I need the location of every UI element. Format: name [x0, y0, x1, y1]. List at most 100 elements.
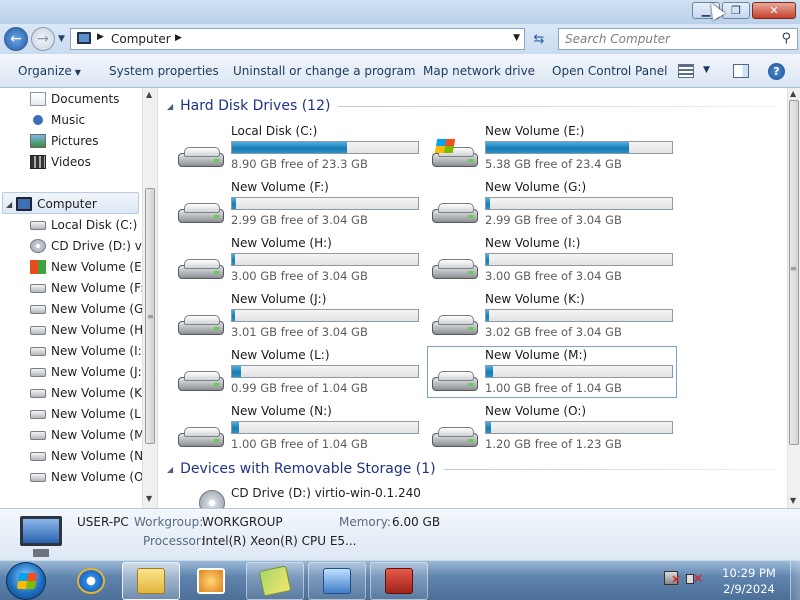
- drive-usage-bar: [485, 365, 673, 378]
- nav-item-videos[interactable]: Videos: [30, 152, 91, 172]
- recent-pages-dropdown[interactable]: ▼: [58, 34, 65, 44]
- network-disconnected-icon[interactable]: [664, 571, 681, 585]
- scroll-grip-icon: ≡: [790, 264, 797, 273]
- nav-item-drive[interactable]: Local Disk (C:): [30, 215, 137, 235]
- nav-item-drive[interactable]: New Volume (G:): [30, 299, 152, 319]
- nav-item-drive[interactable]: New Volume (J:): [30, 362, 146, 382]
- preview-pane-icon[interactable]: [733, 64, 749, 78]
- back-button[interactable]: ←: [4, 27, 28, 51]
- nav-item-drive[interactable]: New Volume (N:): [30, 446, 152, 466]
- nav-item-drive[interactable]: New Volume (H:): [30, 320, 152, 340]
- taskbar-internet-explorer[interactable]: [62, 562, 120, 600]
- drive-free-space: 8.90 GB free of 23.3 GB: [231, 157, 368, 171]
- collapse-arrow-icon[interactable]: ◢: [167, 102, 173, 111]
- drive-usage-bar: [231, 253, 419, 266]
- breadcrumb-separator-icon[interactable]: ▶: [175, 33, 182, 43]
- address-dropdown-icon[interactable]: ▼: [513, 33, 520, 43]
- map-network-drive-button[interactable]: Map network drive: [423, 64, 535, 78]
- taskbar-windows-explorer[interactable]: [122, 562, 180, 600]
- group-header-hard-disk-drives[interactable]: ◢ Hard Disk Drives (12): [167, 98, 777, 114]
- drive-name: New Volume (N:): [231, 404, 332, 418]
- taskbar-toolbox[interactable]: [370, 562, 428, 600]
- drive-tile[interactable]: New Volume (N:) 1.00 GB free of 1.04 GB: [173, 402, 423, 454]
- taskbar-sticky-notes[interactable]: [246, 562, 304, 600]
- nav-item-drive[interactable]: New Volume (O:): [30, 467, 152, 487]
- drive-tile[interactable]: Local Disk (C:) 8.90 GB free of 23.3 GB: [173, 122, 423, 174]
- drive-tile[interactable]: New Volume (M:) 1.00 GB free of 1.04 GB: [427, 346, 677, 398]
- volume-muted-icon[interactable]: [686, 571, 703, 585]
- nav-item-music[interactable]: Music: [30, 110, 85, 130]
- drive-usage-fill: [232, 142, 347, 153]
- collapse-arrow-icon[interactable]: ◢: [6, 200, 12, 209]
- hard-drive-icon: [30, 346, 46, 356]
- breadcrumb-separator-icon[interactable]: ▶: [97, 32, 104, 42]
- drive-tile[interactable]: New Volume (J:) 3.01 GB free of 3.04 GB: [173, 290, 423, 342]
- nav-scrollbar[interactable]: ▲ ≡ ▼: [142, 88, 157, 508]
- scroll-up-icon[interactable]: ▲: [146, 90, 152, 99]
- drive-tile[interactable]: New Volume (H:) 3.00 GB free of 3.04 GB: [173, 234, 423, 286]
- search-icon[interactable]: ⚲: [781, 31, 791, 46]
- drive-tile[interactable]: New Volume (E:) 5.38 GB free of 23.4 GB: [427, 122, 677, 174]
- drive-usage-bar: [485, 197, 673, 210]
- view-options-icon[interactable]: [678, 64, 694, 78]
- open-control-panel-button[interactable]: Open Control Panel: [552, 64, 667, 78]
- nav-item-drive[interactable]: New Volume (M:): [30, 425, 153, 445]
- drive-tile[interactable]: New Volume (I:) 3.00 GB free of 3.04 GB: [427, 234, 677, 286]
- breadcrumb-computer[interactable]: Computer: [111, 32, 171, 46]
- search-input[interactable]: [559, 29, 769, 49]
- nav-item-drive[interactable]: New Volume (E:): [30, 257, 150, 277]
- cd-drive-icon: [30, 239, 46, 253]
- nav-item-drive[interactable]: New Volume (I:): [30, 341, 146, 361]
- drive-usage-bar: [231, 421, 419, 434]
- maximize-button[interactable]: ❐: [722, 2, 750, 19]
- forward-button[interactable]: →: [31, 27, 55, 51]
- uninstall-program-button[interactable]: Uninstall or change a program: [233, 64, 416, 78]
- refresh-button[interactable]: ⇆: [528, 28, 550, 50]
- cd-drive-tile[interactable]: CD Drive (D:) virtio-win-0.1.240: [175, 485, 575, 508]
- nav-item-drive[interactable]: CD Drive (D:) virt: [30, 236, 155, 256]
- drive-tile[interactable]: New Volume (K:) 3.02 GB free of 3.04 GB: [427, 290, 677, 342]
- drive-usage-bar: [231, 365, 419, 378]
- nav-item-label: New Volume (I:): [51, 344, 147, 358]
- clock[interactable]: 10:29 PM 2/9/2024: [712, 565, 786, 597]
- scroll-up-icon[interactable]: ▲: [790, 89, 796, 98]
- taskbar-media-player[interactable]: [182, 562, 240, 600]
- close-button[interactable]: ✕: [752, 2, 796, 19]
- nav-item-drive[interactable]: New Volume (F:): [30, 278, 149, 298]
- details-pane: USER-PC Workgroup: WORKGROUP Memory: 6.0…: [0, 508, 800, 560]
- nav-item-drive[interactable]: New Volume (K:): [30, 383, 151, 403]
- search-box[interactable]: ⚲: [558, 28, 798, 50]
- address-bar[interactable]: ▶ Computer ▶ ▼: [70, 28, 525, 50]
- forward-arrow-icon: →: [37, 31, 49, 47]
- collapse-arrow-icon[interactable]: ◢: [167, 465, 173, 474]
- cd-drive-icon: [199, 490, 225, 508]
- scroll-down-icon[interactable]: ▼: [790, 496, 796, 505]
- drive-tile[interactable]: New Volume (G:) 2.99 GB free of 3.04 GB: [427, 178, 677, 230]
- show-desktop-button[interactable]: [790, 561, 800, 600]
- nav-item-drive[interactable]: New Volume (L:): [30, 404, 150, 424]
- nav-item-label: New Volume (L:): [51, 407, 150, 421]
- system-properties-button[interactable]: System properties: [109, 64, 219, 78]
- nav-item-computer[interactable]: ◢ Computer: [6, 194, 97, 214]
- taskbar-control-panel[interactable]: [308, 562, 366, 600]
- drive-usage-fill: [486, 254, 489, 265]
- hard-drive-icon: [178, 259, 224, 279]
- nav-item-pictures[interactable]: Pictures: [30, 131, 99, 151]
- group-header-removable-storage[interactable]: ◢ Devices with Removable Storage (1): [167, 461, 777, 477]
- drive-usage-fill: [486, 422, 491, 433]
- scroll-down-icon[interactable]: ▼: [146, 494, 152, 503]
- memory-value: 6.00 GB: [392, 515, 441, 529]
- drive-free-space: 1.00 GB free of 1.04 GB: [231, 437, 368, 451]
- drive-usage-fill: [486, 310, 489, 321]
- drive-tile[interactable]: New Volume (F:) 2.99 GB free of 3.04 GB: [173, 178, 423, 230]
- drive-tile[interactable]: New Volume (O:) 1.20 GB free of 1.23 GB: [427, 402, 677, 454]
- drive-tile[interactable]: New Volume (L:) 0.99 GB free of 1.04 GB: [173, 346, 423, 398]
- memory-label: Memory:: [339, 515, 391, 529]
- nav-item-documents[interactable]: Documents: [30, 89, 119, 109]
- workgroup-value: WORKGROUP: [202, 515, 283, 529]
- start-button[interactable]: [6, 562, 46, 600]
- organize-button[interactable]: Organize ▼: [18, 64, 81, 78]
- help-icon[interactable]: ?: [768, 63, 785, 80]
- view-dropdown-icon[interactable]: ▼: [703, 65, 710, 75]
- main-scrollbar[interactable]: ▲ ≡ ▼: [787, 88, 800, 508]
